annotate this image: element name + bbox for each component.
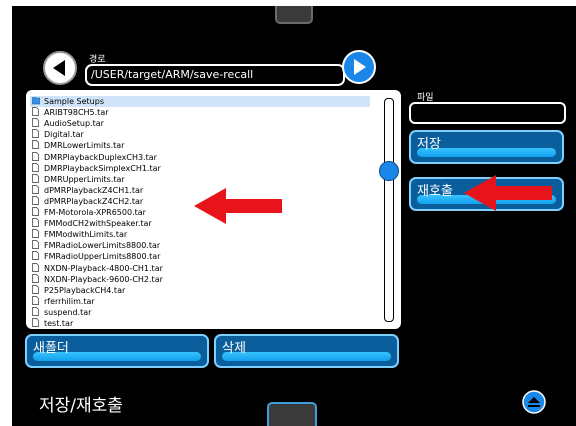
file-list-item-label: DMRPlaybackDuplexCH3.tar <box>44 152 157 162</box>
forward-button[interactable] <box>342 50 376 84</box>
file-list-item[interactable]: DMRLowerLimits.tar <box>30 140 124 151</box>
file-list-item[interactable]: FMModwithLimits.tar <box>30 229 127 240</box>
file-list-item-label: P25PlaybackCH4.tar <box>44 285 126 295</box>
folder-icon <box>31 96 41 105</box>
save-button[interactable]: 저장 <box>409 130 564 164</box>
file-list-item-label: dPMRPlaybackZ4CH1.tar <box>44 185 144 195</box>
file-icon <box>32 207 39 216</box>
arrow-right-icon <box>354 59 366 75</box>
file-icon <box>32 318 39 327</box>
file-list-item[interactable]: P25PlaybackCH4.tar <box>30 284 126 296</box>
file-list-item[interactable]: DMRPlaybackSimplexCH1.tar <box>30 162 161 174</box>
bottom-tab-handle[interactable] <box>267 402 317 426</box>
file-list-item-label: ARIBT98CH5.tar <box>44 108 109 118</box>
file-list-item-label: NXDN-Playback-4800-CH1.tar <box>44 263 163 273</box>
arrow-left-icon <box>53 60 65 76</box>
file-list-item[interactable]: suspend.tar <box>30 307 91 318</box>
file-list-item[interactable]: FM-Motorola-XPR6500.tar <box>30 207 146 218</box>
file-list-item-label: DMRUpperLimits.tar <box>44 174 125 184</box>
screen: 경로 /USER/target/ARM/save-recall Sample S… <box>12 6 576 426</box>
expand-up-icon[interactable] <box>522 390 546 414</box>
file-list-item-label: suspend.tar <box>44 307 92 317</box>
folder-list-item[interactable]: Sample Setups <box>30 96 370 107</box>
file-list-item-label: DMRPlaybackSimplexCH1.tar <box>44 163 161 173</box>
file-icon <box>32 107 39 116</box>
file-icon <box>32 173 39 183</box>
delete-button[interactable]: 삭제 <box>214 334 399 368</box>
file-list-item-label: FM-Motorola-XPR6500.tar <box>44 208 146 217</box>
file-list-item[interactable]: FMRadioLowerLimits8800.tar <box>30 240 160 251</box>
file-icon <box>32 129 39 139</box>
file-icon <box>32 295 39 305</box>
file-list-item-label: rferrhilim.tar <box>44 296 95 306</box>
file-list-item[interactable]: dPMRPlaybackZ4CH2.tar <box>30 196 143 207</box>
new-folder-label: 새폴더 <box>33 341 69 356</box>
file-list-item-label: DMRLowerLimits.tar <box>44 141 125 151</box>
file-list-item[interactable]: DMRPlaybackDuplexCH3.tar <box>30 151 157 163</box>
file-icon <box>32 218 39 227</box>
file-icon <box>32 251 39 261</box>
file-list-item[interactable]: AudioSetup.tar <box>30 118 104 129</box>
file-icon <box>32 307 39 316</box>
annotation-arrow-recall-icon <box>464 175 552 211</box>
recall-button-label: 재호출 <box>417 184 453 199</box>
file-list-item[interactable]: FMRadioUpperLimits8800.tar <box>30 251 160 262</box>
file-list-item-label: FMRadioUpperLimits8800.tar <box>44 252 161 262</box>
file-icon <box>32 262 39 272</box>
scrollbar-track[interactable] <box>384 98 394 322</box>
file-list-item[interactable]: DMRUpperLimits.tar <box>30 173 125 185</box>
save-button-label: 저장 <box>417 137 441 152</box>
scrollbar-thumb[interactable] <box>379 161 399 181</box>
file-list-item[interactable]: Digital.tar <box>30 129 84 140</box>
file-name-input[interactable] <box>409 102 566 124</box>
file-list-item[interactable]: ARIBT98CH5.tar <box>30 107 109 118</box>
new-folder-button[interactable]: 새폴더 <box>25 334 209 368</box>
file-list-item-label: FMModCH2withSpeaker.tar <box>44 219 152 229</box>
file-icon <box>32 184 39 194</box>
file-list-item-label: test.tar <box>44 319 74 328</box>
file-icon <box>32 196 39 205</box>
file-list-item[interactable]: dPMRPlaybackZ4CH1.tar <box>30 184 144 196</box>
file-list-item-label: Digital.tar <box>44 130 84 140</box>
file-list-item-label: NXDN-Playback-9600-CH2.tar <box>44 274 163 284</box>
file-icon <box>32 240 39 250</box>
file-icon <box>32 273 39 283</box>
file-list-item-label: FMModwithLimits.tar <box>44 230 128 240</box>
file-list-item[interactable]: NXDN-Playback-9600-CH2.tar <box>30 273 163 285</box>
path-field[interactable]: /USER/target/ARM/save-recall <box>85 64 345 86</box>
file-list-item-label: Sample Setups <box>44 97 104 106</box>
file-icon <box>32 151 39 161</box>
file-icon <box>32 118 39 128</box>
file-list-item-label: FMRadioLowerLimits8800.tar <box>44 241 161 251</box>
file-list-item[interactable]: test.tar <box>30 318 74 328</box>
back-button[interactable] <box>43 51 77 85</box>
file-icon <box>32 284 39 294</box>
top-tab-handle[interactable] <box>275 6 313 24</box>
file-list-item[interactable]: FMModCH2withSpeaker.tar <box>30 218 152 229</box>
annotation-arrow-left-icon <box>194 188 282 224</box>
file-list-item-label: AudioSetup.tar <box>44 119 104 129</box>
file-list-item[interactable]: rferrhilim.tar <box>30 295 95 307</box>
file-icon <box>32 140 39 150</box>
delete-label: 삭제 <box>222 341 246 356</box>
file-list-item-label: dPMRPlaybackZ4CH2.tar <box>44 196 144 206</box>
page-title: 저장/재호출 <box>39 396 123 416</box>
file-icon <box>32 229 39 239</box>
file-icon <box>32 162 39 172</box>
file-list-item[interactable]: NXDN-Playback-4800-CH1.tar <box>30 262 163 274</box>
